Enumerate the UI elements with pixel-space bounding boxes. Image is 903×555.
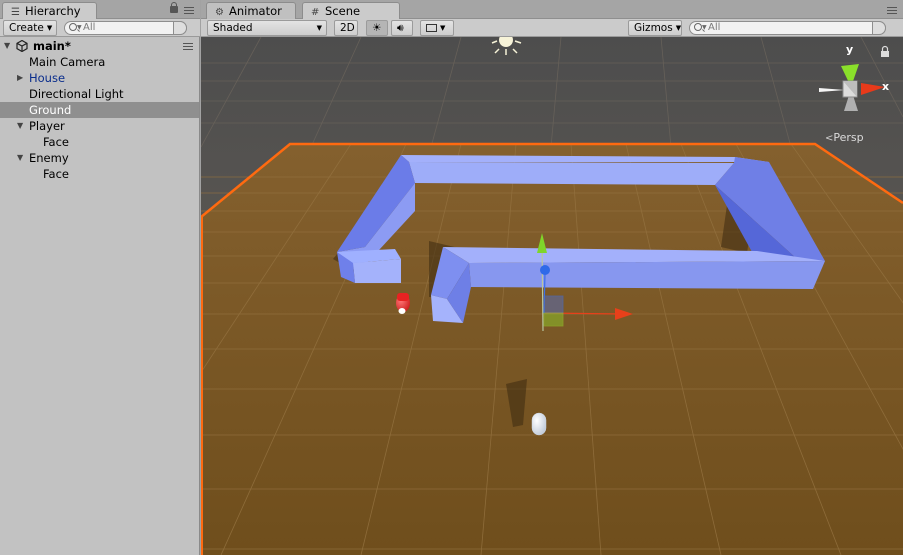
projection-toggle[interactable]: <Persp — [825, 131, 864, 144]
scene-toolbar: Shaded ▼ 2D ☀ 🔊︎ ▼ Gizmos ▼ ▼ All — [201, 19, 903, 37]
hierarchy-item-main-camera[interactable]: Main Camera — [0, 54, 199, 70]
gizmos-dropdown[interactable]: Gizmos ▼ — [628, 20, 682, 36]
dropdown-arrow-icon: ▼ — [46, 24, 53, 32]
gizmos-label: Gizmos — [634, 22, 673, 34]
lock-icon[interactable] — [170, 2, 178, 13]
projection-label: Persp — [833, 131, 864, 144]
toggle-2d-label: 2D — [340, 22, 355, 34]
tab-scene[interactable]: # Scene — [302, 2, 400, 20]
audio-icon: 🔊︎ — [397, 22, 404, 34]
hierarchy-icon: ☰ — [11, 7, 20, 18]
search-dropdown-icon: ▼ — [702, 24, 707, 31]
hierarchy-item-label: Player — [29, 119, 65, 133]
hierarchy-item-player-face[interactable]: Face — [0, 134, 199, 150]
hierarchy-item-house[interactable]: ▶ House — [0, 70, 199, 86]
scene-search-input[interactable]: ▼ All — [689, 21, 886, 35]
hierarchy-item-directional-light[interactable]: Directional Light — [0, 86, 199, 102]
hierarchy-toolbar: Create ▼ ▼ All — [0, 19, 200, 37]
fold-open-icon[interactable]: ▼ — [17, 118, 23, 134]
tab-animator[interactable]: ⚙ Animator — [206, 2, 296, 19]
hierarchy-item-label: Ground — [29, 103, 72, 117]
fold-open-icon[interactable]: ▼ — [4, 38, 10, 54]
hierarchy-item-label: Directional Light — [29, 87, 124, 101]
hierarchy-item-label: Enemy — [29, 151, 69, 165]
axis-y-label: y — [846, 43, 853, 56]
scene-render: y x — [201, 37, 903, 555]
dropdown-arrow-icon: ▼ — [316, 24, 322, 32]
hierarchy-item-ground[interactable]: Ground — [0, 102, 199, 118]
tab-scene-label: Scene — [325, 4, 361, 18]
scene-menu-icon[interactable] — [183, 43, 193, 50]
hierarchy-item-label: Face — [43, 167, 70, 181]
tab-animator-label: Animator — [229, 4, 282, 18]
hierarchy-item-enemy[interactable]: ▼ Enemy — [0, 150, 199, 166]
scene-audio-toggle[interactable]: 🔊︎ — [391, 20, 413, 36]
shading-mode-dropdown[interactable]: Shaded ▼ — [207, 20, 327, 36]
hierarchy-item-enemy-face[interactable]: Face — [0, 166, 199, 182]
tab-hierarchy[interactable]: ☰ Hierarchy — [2, 2, 97, 20]
dropdown-arrow-icon: ▼ — [440, 24, 446, 32]
hierarchy-item-label: House — [29, 71, 66, 85]
player-object[interactable] — [531, 412, 547, 436]
sun-light-icon: ☀ — [372, 22, 382, 34]
scene-lighting-toggle[interactable]: ☀ — [366, 20, 388, 36]
image-effects-icon — [426, 24, 437, 32]
tab-hierarchy-label: Hierarchy — [25, 4, 81, 18]
search-icon — [69, 23, 77, 31]
fold-closed-icon[interactable]: ▶ — [17, 70, 23, 86]
axis-x-label: x — [882, 80, 889, 93]
hierarchy-search-placeholder: All — [83, 22, 96, 33]
fold-open-icon[interactable]: ▼ — [17, 150, 23, 166]
search-dropdown-icon: ▼ — [77, 24, 82, 31]
create-button-label: Create — [9, 22, 44, 34]
menu-icon[interactable] — [184, 7, 194, 14]
wall-back-face — [409, 162, 734, 185]
scene-row[interactable]: ▼ main* — [0, 38, 199, 54]
unity-scene-icon — [16, 40, 28, 52]
menu-icon[interactable] — [887, 7, 897, 14]
search-icon — [694, 23, 702, 31]
scene-viewport[interactable]: y x <Persp — [201, 37, 903, 555]
ground-plane[interactable] — [201, 144, 903, 555]
animator-icon: ⚙ — [215, 7, 224, 18]
hierarchy-item-label: Face — [43, 135, 70, 149]
dropdown-arrow-icon: ▼ — [675, 24, 682, 32]
hierarchy-search-input[interactable]: ▼ All — [64, 21, 187, 35]
image-effects-dropdown[interactable]: ▼ — [420, 20, 454, 36]
hierarchy-panel: ☰ Hierarchy Create ▼ ▼ All ▼ main* Main Ca… — [0, 0, 200, 555]
hierarchy-item-label: Main Camera — [29, 55, 106, 69]
create-button[interactable]: Create ▼ — [3, 20, 57, 36]
scene-panel: ⚙ Animator # Scene Shaded ▼ 2D ☀ 🔊︎ ▼ Gizmo… — [201, 0, 903, 555]
scene-grid-icon: # — [311, 7, 320, 18]
wall-left-end-face — [353, 259, 401, 283]
wall-front-face — [469, 261, 825, 289]
scene-tabstrip: ⚙ Animator # Scene — [201, 0, 903, 20]
scene-search-placeholder: All — [708, 22, 721, 33]
hierarchy-tabstrip: ☰ Hierarchy — [0, 0, 200, 20]
hierarchy-tree: ▼ main* Main Camera ▶ House Directional … — [0, 38, 199, 182]
scene-name: main* — [33, 39, 71, 53]
hierarchy-item-player[interactable]: ▼ Player — [0, 118, 199, 134]
toggle-2d-button[interactable]: 2D — [334, 20, 358, 36]
search-clear-button[interactable] — [872, 21, 886, 35]
search-clear-button[interactable] — [173, 21, 187, 35]
shading-mode-label: Shaded — [213, 22, 253, 34]
